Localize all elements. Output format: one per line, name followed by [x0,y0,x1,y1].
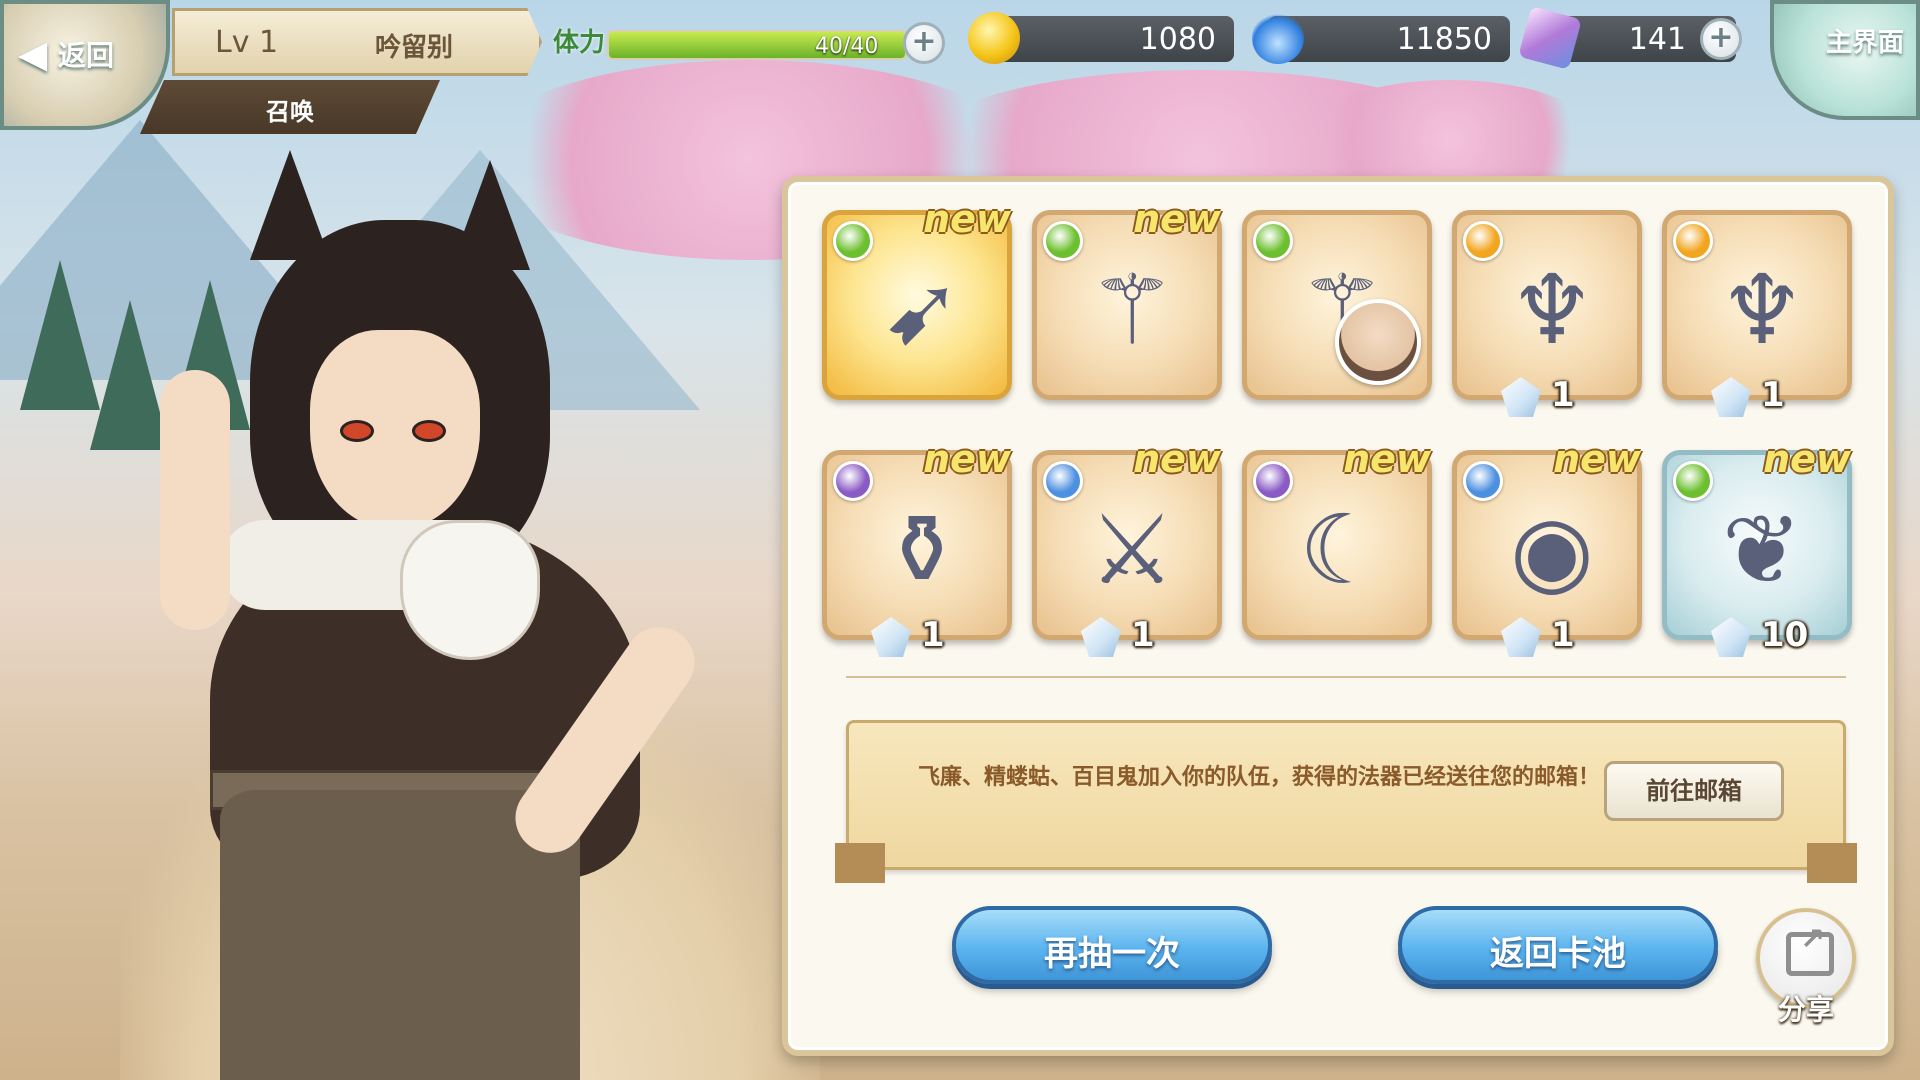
item-count-value: 1 [1551,375,1575,415]
player-name: 吟留别 [375,33,454,63]
beast-icon: ☾ [1298,494,1386,606]
stamina-meter: 体力 40/40 + [545,14,945,70]
crystal-shard-icon [1711,377,1751,417]
go-to-mailbox-button[interactable]: 前往邮箱 [1604,761,1784,821]
character-avatar [1335,299,1421,385]
summon-results-panel: ➹ new ⚚ new ⚚ ♆ 1 ♆ 1 ⚱ new 1 ⚔ new 1 ☾ new ◉ new 1 ❦ new 10 飞… [782,176,1894,1056]
add-stamina-button[interactable]: + [903,22,945,64]
staff-icon: ⚚ [1088,254,1176,366]
new-badge: new [1343,437,1431,481]
result-item-card[interactable]: ☾ new [1242,437,1432,640]
stamina-label: 体力 [553,28,606,58]
return-to-pool-label: 返回卡池 [1490,934,1626,974]
result-message: 飞廉、精蝼蛄、百目鬼加入你的队伍，获得的法器已经送往您的邮箱！ [917,765,1600,790]
new-badge: new [1553,437,1641,481]
stamina-value: 40/40 [815,34,879,59]
result-item-card[interactable]: ⚚ [1242,210,1432,400]
share-button[interactable]: ↗ 分享 [1756,908,1856,1026]
blade-icon: ⚔ [1088,494,1176,606]
crystal-shard-icon [1501,377,1541,417]
item-count-value: 1 [1551,615,1575,655]
home-label: 主界面 [1825,28,1904,58]
bow-icon: ➹ [881,254,963,366]
gold-coin-icon [968,12,1020,64]
gold-counter: 1080 [968,12,1234,64]
crystal-shard-icon [1501,617,1541,657]
result-item-card[interactable]: ⚱ new 1 [822,437,1012,657]
crystal-shard-icon [1711,617,1751,657]
section-title-plate: 召唤 [140,80,440,134]
draw-again-label: 再抽一次 [1044,934,1180,974]
share-arrow-icon: ↗ [1800,922,1826,957]
spirit-value: 11850 [1396,22,1492,57]
panel-divider [846,676,1846,678]
section-title: 召唤 [266,98,314,126]
orb-icon: ◉ [1510,494,1594,606]
crystal-shard-icon [871,617,911,657]
back-arrow-icon: ◀ [18,32,48,76]
item-count-value: 1 [921,615,945,655]
player-info-plate: Lv 1 吟留别 [172,8,542,76]
claw-icon: ♆ [1718,254,1806,366]
item-count-value: 1 [1131,615,1155,655]
result-item-card[interactable]: ◉ new 1 [1452,437,1642,657]
new-badge: new [1763,437,1851,481]
spirit-counter: 11850 [1252,12,1510,64]
result-item-card[interactable]: ❦ new 10 [1662,437,1852,657]
item-count-value: 1 [1761,375,1785,415]
blue-flame-icon [1252,12,1304,64]
gold-value: 1080 [1139,22,1216,57]
item-count-value: 10 [1761,615,1809,655]
claw-icon: ♆ [1508,254,1596,366]
result-item-card[interactable]: ♆ 1 [1452,210,1642,417]
result-item-card[interactable]: ⚔ new 1 [1032,437,1222,657]
gem-value: 141 [1628,22,1686,57]
summoned-character-illustration [150,150,710,1080]
share-label: 分享 [1777,993,1834,1026]
add-gems-button[interactable]: + [1700,18,1742,60]
back-label: 返回 [58,39,115,72]
return-to-pool-button[interactable]: 返回卡池 [1398,906,1718,984]
new-badge: new [1133,197,1221,241]
message-scroll: 飞廉、精蝼蛄、百目鬼加入你的队伍，获得的法器已经送往您的邮箱！ 前往邮箱 [835,720,1857,883]
result-item-card[interactable]: ➹ new [822,197,1012,400]
top-bar: ◀ 返回 Lv 1 吟留别 召唤 体力 40/40 + 1080 11850 1… [0,0,1920,134]
player-level: Lv 1 [215,25,279,60]
leaf-orb-icon: ❦ [1721,494,1803,606]
new-badge: new [1133,437,1221,481]
result-item-card[interactable]: ♆ 1 [1662,210,1852,417]
crystal-gem-icon [1518,6,1582,70]
new-badge: new [923,437,1011,481]
result-item-card[interactable]: ⚚ new [1032,197,1222,400]
draw-again-button[interactable]: 再抽一次 [952,906,1272,984]
new-badge: new [923,197,1011,241]
crystal-shard-icon [1081,617,1121,657]
lantern-icon: ⚱ [881,494,963,606]
